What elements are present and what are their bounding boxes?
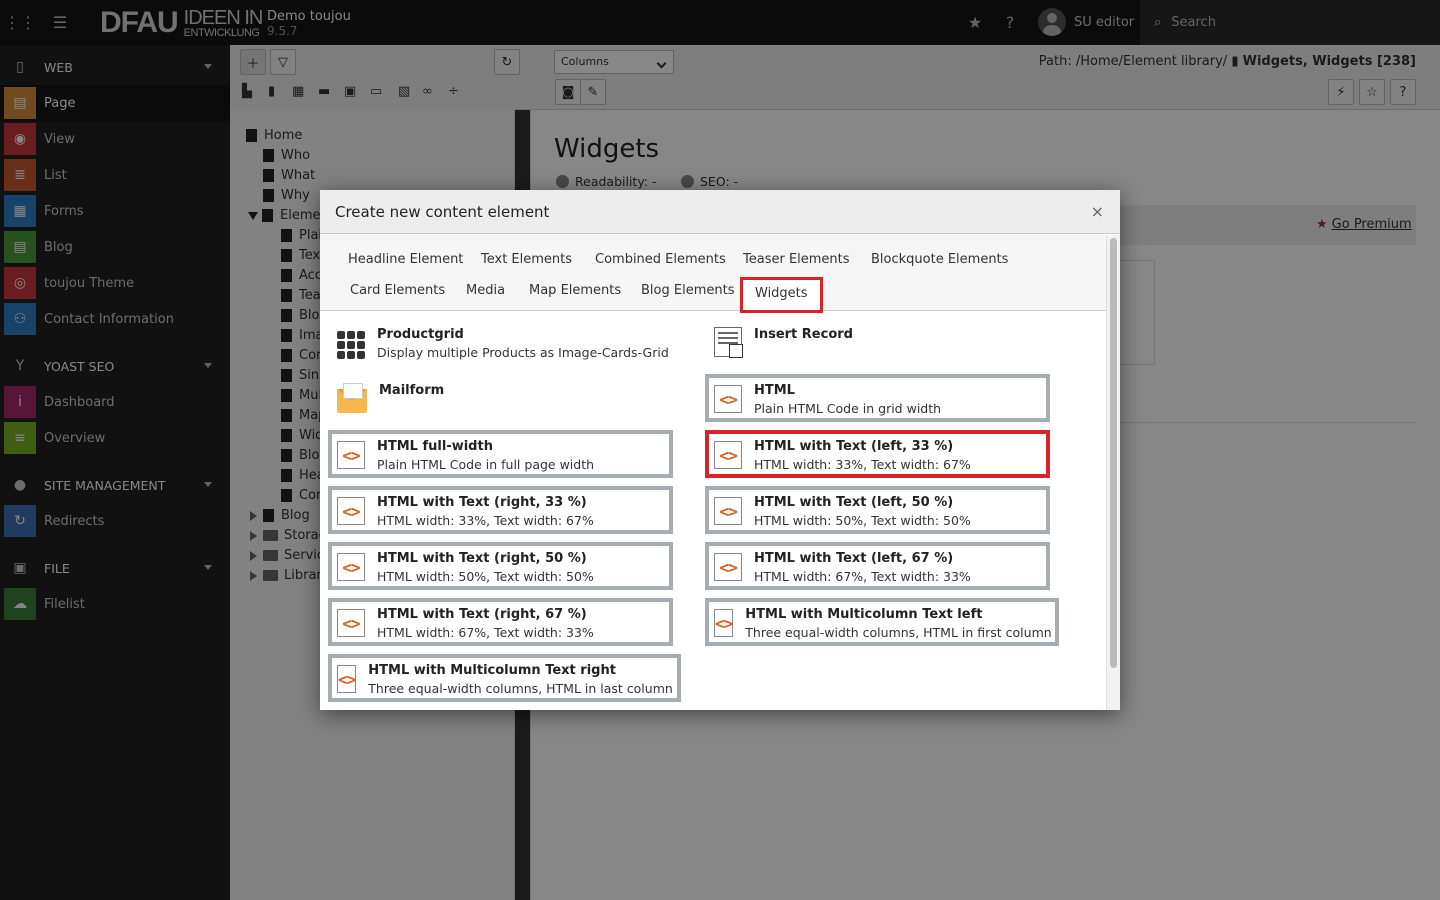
tab-blog-elements[interactable]: Blog Elements <box>633 275 742 306</box>
element-tabs: Headline Element Text Elements Combined … <box>320 235 1106 313</box>
element-desc: Plain HTML Code in full page width <box>377 457 595 472</box>
html-code-icon: <> <box>714 497 742 525</box>
element-title: HTML with Multicolumn Text left <box>745 607 983 622</box>
element-desc: HTML width: 50%, Text width: 50% <box>377 569 594 584</box>
element-title: Insert Record <box>754 327 853 342</box>
modal-header: Create new content element × <box>320 190 1120 234</box>
element-title: HTML with Text (left, 67 %) <box>754 551 954 566</box>
element-desc: Plain HTML Code in grid width <box>754 401 942 416</box>
element-desc: HTML width: 33%, Text width: 67% <box>377 513 594 528</box>
tab-widgets[interactable]: Widgets <box>740 277 823 313</box>
html-code-icon: <> <box>337 441 365 469</box>
html-code-icon: <> <box>714 441 742 469</box>
element-title: Productgrid <box>377 327 464 342</box>
html-code-icon: <> <box>714 385 742 413</box>
element-desc: Three equal-width columns, HTML in first… <box>745 625 1052 640</box>
element-desc: HTML width: 67%, Text width: 33% <box>377 625 594 640</box>
element-title: HTML with Text (left, 33 %) <box>754 439 954 454</box>
tab-headline-element[interactable]: Headline Element <box>340 244 471 275</box>
html-code-icon: <> <box>714 609 733 637</box>
tab-card-elements[interactable]: Card Elements <box>342 275 453 306</box>
element-mailform[interactable]: Mailform <box>328 374 673 422</box>
element-title: HTML with Text (right, 50 %) <box>377 551 587 566</box>
element-html[interactable]: <> HTML Plain HTML Code in grid width <box>705 374 1050 422</box>
element-desc: HTML width: 33%, Text width: 67% <box>754 457 971 472</box>
tab-blockquote-elements[interactable]: Blockquote Elements <box>863 244 1016 275</box>
element-html-text-left-50[interactable]: <> HTML with Text (left, 50 %) HTML width… <box>705 486 1050 534</box>
element-html-text-left-33[interactable]: <> HTML with Text (left, 33 %) HTML width… <box>705 430 1050 478</box>
html-code-icon: <> <box>337 497 365 525</box>
element-title: HTML <box>754 383 795 398</box>
element-productgrid[interactable]: Productgrid Display multiple Products as … <box>328 318 673 366</box>
element-title: HTML with Text (right, 33 %) <box>377 495 587 510</box>
element-title: HTML with Multicolumn Text right <box>368 663 616 678</box>
insert-record-icon <box>714 327 743 358</box>
modal-body: Headline Element Text Elements Combined … <box>320 235 1106 710</box>
tab-teaser-elements[interactable]: Teaser Elements <box>735 244 858 275</box>
element-desc: HTML width: 50%, Text width: 50% <box>754 513 971 528</box>
tab-map-elements[interactable]: Map Elements <box>521 275 629 306</box>
element-desc: HTML width: 67%, Text width: 33% <box>754 569 971 584</box>
close-icon[interactable]: × <box>1091 202 1104 221</box>
html-code-icon: <> <box>714 553 742 581</box>
mailform-icon <box>337 383 367 413</box>
html-code-icon: <> <box>337 553 365 581</box>
html-code-icon: <> <box>337 609 365 637</box>
element-html-multicolumn-left[interactable]: <> HTML with Multicolumn Text left Three … <box>705 598 1059 646</box>
element-html-full-width[interactable]: <> HTML full-width Plain HTML Code in ful… <box>328 430 673 478</box>
scrollbar-thumb[interactable] <box>1110 238 1117 668</box>
element-html-text-right-50[interactable]: <> HTML with Text (right, 50 %) HTML widt… <box>328 542 673 590</box>
element-title: Mailform <box>379 383 445 398</box>
element-desc: Three equal-width columns, HTML in last … <box>368 681 673 696</box>
element-html-multicolumn-right[interactable]: <> HTML with Multicolumn Text right Three… <box>328 654 681 702</box>
element-desc: Display multiple Products as Image-Cards… <box>377 345 669 360</box>
element-title: HTML with Text (right, 67 %) <box>377 607 587 622</box>
element-html-text-left-67[interactable]: <> HTML with Text (left, 67 %) HTML width… <box>705 542 1050 590</box>
html-code-icon: <> <box>337 665 356 693</box>
modal-title: Create new content element <box>335 203 550 221</box>
tab-text-elements[interactable]: Text Elements <box>473 244 580 275</box>
element-title: HTML with Text (left, 50 %) <box>754 495 954 510</box>
new-content-element-dialog: Create new content element × Headline El… <box>320 190 1120 710</box>
element-html-text-right-67[interactable]: <> HTML with Text (right, 67 %) HTML widt… <box>328 598 673 646</box>
grid-icon <box>337 331 365 359</box>
modal-scrollbar[interactable] <box>1106 235 1120 710</box>
tab-combined-elements[interactable]: Combined Elements <box>587 244 734 275</box>
element-title: HTML full-width <box>377 439 493 454</box>
element-insert-record[interactable]: Insert Record <box>705 318 1050 366</box>
element-html-text-right-33[interactable]: <> HTML with Text (right, 33 %) HTML widt… <box>328 486 673 534</box>
tab-media[interactable]: Media <box>458 275 513 306</box>
